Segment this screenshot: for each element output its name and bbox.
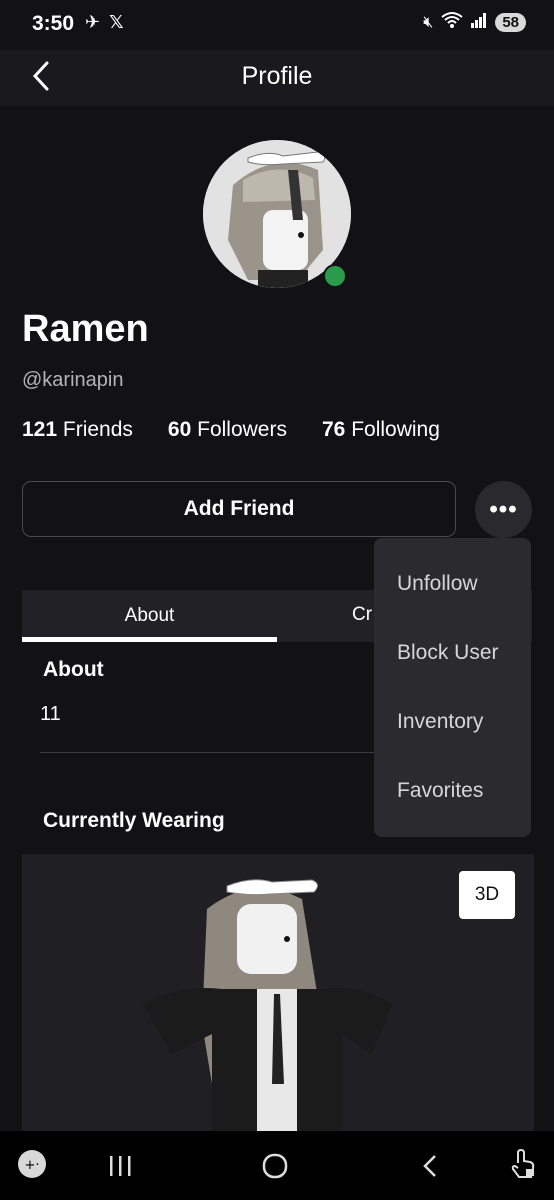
view-3d-button[interactable]: 3D <box>459 871 515 919</box>
menu-item-favorites[interactable]: Favorites <box>397 779 483 803</box>
svg-text:+·: +· <box>24 1158 39 1173</box>
about-text: 11 <box>40 703 61 725</box>
status-time: 3:50 <box>32 12 75 35</box>
status-right: 🔇︎ 58 <box>423 11 526 34</box>
add-friend-button[interactable]: Add Friend <box>22 481 456 537</box>
avatar-preview[interactable]: 3D <box>22 854 534 1144</box>
signal-icon <box>471 12 487 33</box>
x-logo-icon: 𝕏 <box>109 12 124 32</box>
following-stat[interactable]: 76 Following <box>322 418 440 442</box>
page-title: Profile <box>241 62 313 90</box>
status-app-icons: ✈︎ 𝕏 <box>85 12 124 33</box>
more-options-button[interactable]: ••• <box>475 481 532 538</box>
battery-badge: 58 <box>495 13 526 32</box>
home-icon[interactable] <box>262 1153 288 1186</box>
currently-wearing-heading: Currently Wearing <box>43 809 225 832</box>
status-bar: 3:50 ✈︎ 𝕏 🔇︎ 58 <box>0 0 554 50</box>
system-nav-bar: +· <box>0 1131 554 1200</box>
avatar-full-image <box>22 854 534 1144</box>
friends-count: 121 <box>22 418 58 441</box>
following-count: 76 <box>321 418 346 441</box>
about-heading: About <box>43 658 104 681</box>
more-dots-icon: ••• <box>489 495 518 523</box>
username: @karinapin <box>22 369 124 391</box>
top-app-bar: Profile <box>0 50 554 106</box>
followers-count: 60 <box>167 418 192 441</box>
tab-active-indicator <box>22 637 277 642</box>
tab-about[interactable]: About <box>22 590 277 642</box>
touch-lock-icon[interactable] <box>510 1148 536 1186</box>
back-icon[interactable] <box>420 1153 440 1186</box>
followers-stat[interactable]: 60 Followers <box>168 418 287 442</box>
wifi-icon <box>441 11 463 34</box>
tab-creations[interactable]: Cr <box>352 604 372 626</box>
online-status-indicator <box>323 264 347 288</box>
following-label: Following <box>351 418 440 441</box>
friends-stat[interactable]: 121 Friends <box>22 418 133 442</box>
menu-item-block-user[interactable]: Block User <box>397 641 499 665</box>
android-icon: ✈︎ <box>85 12 101 32</box>
section-divider <box>40 752 380 753</box>
more-options-menu: Unfollow Block User Inventory Favorites <box>374 538 531 837</box>
friends-label: Friends <box>62 418 133 441</box>
profile-stats: 121 Friends 60 Followers 76 Following <box>22 418 475 442</box>
mute-icon: 🔇︎ <box>423 13 434 31</box>
menu-item-unfollow[interactable]: Unfollow <box>397 572 478 596</box>
recents-icon[interactable] <box>108 1153 132 1186</box>
menu-item-inventory[interactable]: Inventory <box>397 710 483 734</box>
followers-label: Followers <box>197 418 287 441</box>
display-name: Ramen <box>22 308 149 350</box>
gamepad-icon[interactable]: +· <box>17 1149 47 1186</box>
